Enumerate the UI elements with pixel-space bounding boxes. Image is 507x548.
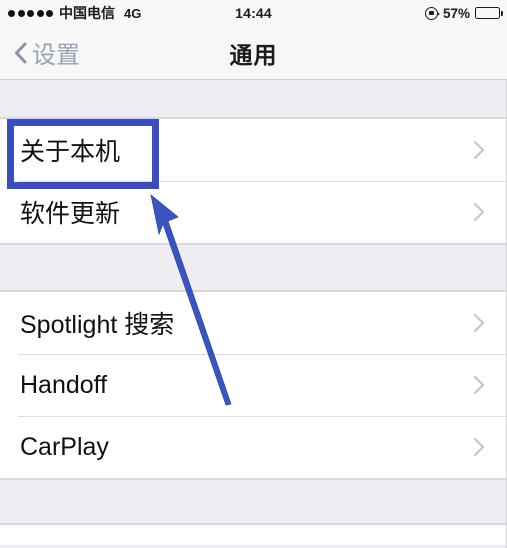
chevron-right-icon (473, 437, 485, 457)
status-bar-right: 57% (424, 5, 503, 21)
settings-section-3-partial (0, 524, 507, 545)
settings-row-label: CarPlay (20, 432, 109, 461)
settings-list[interactable]: 关于本机 软件更新 Spotlight 搜索 Handoff CarPlay (0, 80, 507, 548)
settings-section-2: Spotlight 搜索 Handoff CarPlay (0, 291, 507, 479)
chevron-right-icon (473, 313, 485, 333)
list-section-gap-1 (0, 244, 507, 291)
settings-row-software-update[interactable]: 软件更新 (0, 181, 507, 243)
status-bar: 中国电信 4G 14:44 57% (0, 0, 507, 26)
settings-row-label: Handoff (20, 370, 108, 399)
settings-row-handoff[interactable]: Handoff (0, 354, 507, 416)
rotation-lock-icon (424, 6, 440, 20)
settings-row-label: Spotlight 搜索 (20, 311, 175, 339)
chevron-right-icon (473, 375, 485, 395)
page-title: 通用 (229, 41, 278, 68)
settings-section-1: 关于本机 软件更新 (0, 118, 507, 244)
navigation-bar: 设置 通用 (0, 26, 507, 80)
chevron-right-icon (473, 202, 485, 222)
chevron-right-icon (473, 140, 485, 160)
settings-row-label: 关于本机 (20, 138, 121, 166)
list-section-gap-2 (0, 479, 507, 524)
settings-row-about[interactable]: 关于本机 (0, 119, 507, 181)
settings-row-carplay[interactable]: CarPlay (0, 416, 507, 478)
iphone-screen: 中国电信 4G 14:44 57% 设置 通用 关于本机 软件更新 Spotli… (0, 0, 507, 548)
settings-row-spotlight-search[interactable]: Spotlight 搜索 (0, 292, 507, 354)
settings-row-label: 软件更新 (20, 200, 121, 228)
battery-icon (475, 7, 503, 19)
battery-percentage: 57% (442, 5, 470, 21)
list-top-gap (0, 80, 507, 118)
